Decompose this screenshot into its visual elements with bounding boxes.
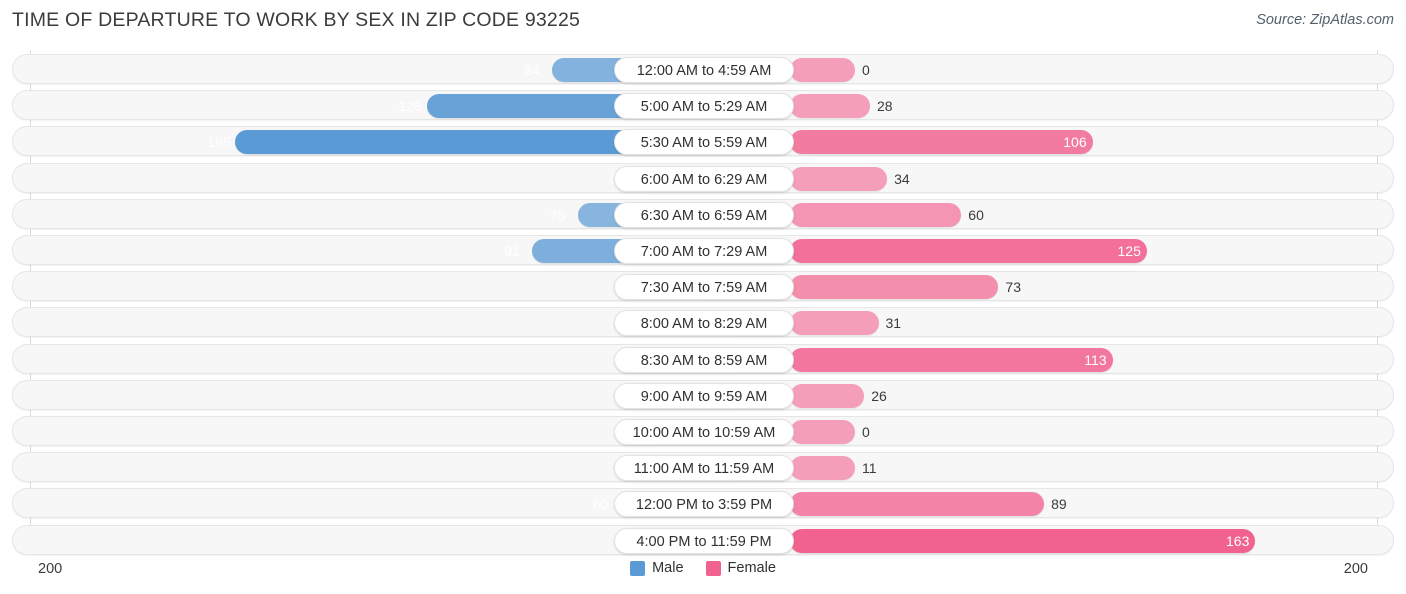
chart-legend: Male Female [0,560,1406,576]
category-label: 9:00 AM to 9:59 AM [614,382,794,409]
category-label: 4:00 PM to 11:59 PM [614,527,794,554]
bar-value-female: 34 [894,170,910,187]
bar-female[interactable] [790,420,855,444]
bar-value-male: 75 [549,206,566,223]
bar-female[interactable] [790,202,962,227]
bar-value-male: 128 [398,98,422,115]
bar-female[interactable] [790,94,870,119]
table-row: 347:30 AM to 7:59 AM73 [12,271,1394,302]
category-label: 11:00 AM to 11:59 AM [614,455,794,482]
bar-female[interactable] [790,275,999,300]
chart-footer: 200 200 Male Female [0,552,1406,594]
chart-header: TIME OF DEPARTURE TO WORK BY SEX IN ZIP … [0,0,1406,44]
bar-female[interactable] [790,239,1147,263]
table-row: 60 12:00 PM to 3:59 PM 89 [12,488,1394,519]
table-row: 118:00 AM to 8:29 AM31 [12,307,1394,338]
bar-female[interactable] [790,492,1045,517]
bar-value-female: 113 [1084,351,1107,368]
category-label: 8:30 AM to 8:59 AM [614,346,794,373]
bar-value-female: 73 [1005,279,1021,296]
bar-value-male: 84 [524,62,540,78]
bar-value-male: 195 [207,134,231,151]
table-row: 011:00 AM to 11:59 AM11 [12,452,1394,483]
table-row: 28:30 AM to 8:59 AM113 [12,343,1394,374]
table-row: 128 5:00 AM to 5:29 AM 28 [12,90,1394,121]
table-row: 546:00 AM to 6:29 AM34 [12,162,1394,193]
table-row: 195 5:30 AM to 5:59 AM 106 [12,126,1394,157]
bar-value-female: 31 [885,315,902,332]
category-label: 7:30 AM to 7:59 AM [614,274,794,301]
bar-value-female: 163 [1226,532,1250,549]
legend-item-female[interactable]: Female [705,560,776,576]
bar-value-female: 28 [876,98,893,115]
legend-swatch-icon [630,560,646,576]
bar-value-female: 0 [862,62,870,78]
legend-label: Female [727,560,776,576]
bar-value-male: 91 [504,243,520,259]
bar-value-female: 0 [862,424,870,440]
bar-female[interactable] [790,311,879,336]
source-attribution: Source: ZipAtlas.com [1256,12,1394,28]
table-row: 69:00 AM to 9:59 AM26 [12,379,1394,410]
bar-value-female: 106 [1063,134,1087,151]
category-label: 8:00 AM to 8:29 AM [614,310,794,337]
bar-value-female: 11 [862,460,877,477]
category-label: 6:00 AM to 6:29 AM [614,165,794,192]
category-label: 12:00 PM to 3:59 PM [614,491,794,518]
category-label: 5:00 AM to 5:29 AM [614,93,794,120]
table-row: 84 12:00 AM to 4:59 AM 0 [12,54,1394,84]
legend-label: Male [652,560,684,576]
category-label: 5:30 AM to 5:59 AM [614,129,794,156]
page-title: TIME OF DEPARTURE TO WORK BY SEX IN ZIP … [12,9,581,31]
bar-value-female: 26 [871,387,887,404]
bar-female[interactable] [790,456,855,481]
bar-female[interactable] [790,166,888,191]
category-label: 12:00 AM to 4:59 AM [614,57,794,83]
bar-value-female: 60 [968,206,984,223]
category-label: 6:30 AM to 6:59 AM [614,201,794,228]
table-row: 75 6:30 AM to 6:59 AM 60 [12,198,1394,229]
bar-female[interactable] [790,383,865,408]
bar-value-female: 89 [1051,496,1067,513]
bar-female[interactable] [790,347,1113,372]
category-label: 10:00 AM to 10:59 AM [614,419,794,445]
bar-female[interactable] [790,58,855,82]
chart-plot-area: 84 12:00 AM to 4:59 AM 0 128 5:00 AM to 5:29… [0,44,1406,555]
bar-value-female: 125 [1117,243,1141,259]
bar-female[interactable] [790,528,1256,553]
table-row: 91 7:00 AM to 7:29 AM 125 [12,235,1394,265]
legend-swatch-icon [705,560,721,576]
table-row: 5010:00 AM to 10:59 AM0 [12,416,1394,446]
category-label: 7:00 AM to 7:29 AM [614,238,794,264]
table-row: 74:00 PM to 11:59 PM163 [12,524,1394,555]
legend-item-male[interactable]: Male [630,560,684,576]
